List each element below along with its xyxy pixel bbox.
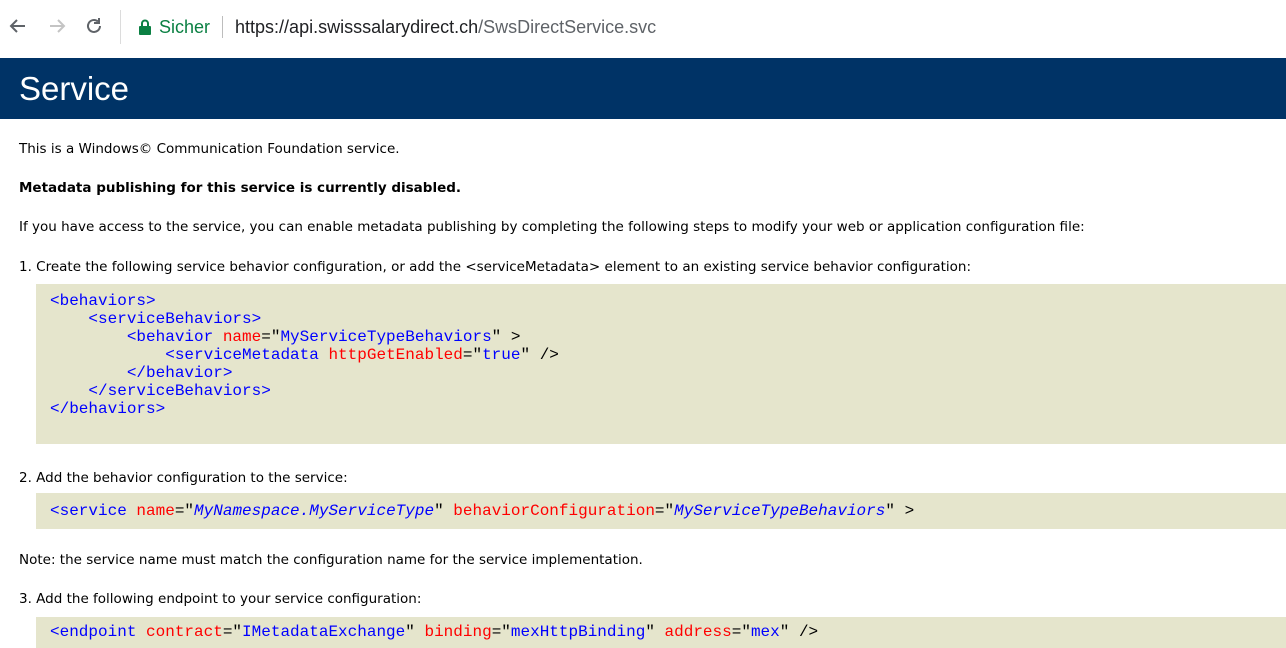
- code-attr: httpGetEnabled: [328, 346, 463, 364]
- code-quote: ": [405, 623, 425, 641]
- code-value: mex: [750, 623, 780, 641]
- forward-button[interactable]: [45, 14, 69, 38]
- note-text: Note: the service name must match the co…: [19, 552, 643, 568]
- code-value: true: [482, 346, 521, 364]
- code-attr: name: [222, 328, 262, 346]
- code-eq: =": [261, 328, 281, 346]
- code-tag: <service: [50, 502, 137, 520]
- code-eq: =": [731, 623, 751, 641]
- page-title: Service: [0, 58, 1286, 119]
- code-close: " />: [520, 346, 559, 364]
- address-divider: [222, 16, 224, 38]
- code-line: <behaviors>: [50, 292, 156, 310]
- code-attr: behaviorConfiguration: [453, 502, 655, 520]
- code-line: </behaviors>: [50, 400, 166, 418]
- code-close: " />: [779, 623, 819, 641]
- disabled-notice: Metadata publishing for this service is …: [19, 180, 462, 196]
- step-3-text: 3. Add the following endpoint to your se…: [19, 591, 422, 607]
- lock-icon: [139, 19, 151, 35]
- endpoint-config-code: <endpoint contract="IMetadataExchange" b…: [36, 617, 1286, 648]
- code-eq: =": [491, 623, 511, 641]
- code-value: IMetadataExchange: [242, 623, 406, 641]
- code-attr: contract: [146, 623, 223, 641]
- code-eq: =": [222, 623, 243, 641]
- reload-icon: [87, 18, 101, 33]
- code-attr: address: [664, 623, 732, 641]
- code-tag: <endpoint: [50, 623, 147, 641]
- step-2-text: 2. Add the behavior configuration to the…: [19, 470, 348, 486]
- code-quote: ": [434, 502, 454, 520]
- code-line: </behavior>: [50, 364, 233, 382]
- code-line: <serviceMetadata: [50, 346, 329, 364]
- code-line: <serviceBehaviors>: [50, 310, 262, 328]
- code-line: <behavior: [50, 328, 223, 346]
- url-host: https://api.swisssalarydirect.ch: [235, 16, 479, 37]
- code-close: " >: [885, 502, 915, 520]
- code-close: " >: [491, 328, 521, 346]
- code-attr: binding: [424, 623, 492, 641]
- secure-label: Sicher: [159, 16, 211, 37]
- code-eq: =": [174, 502, 195, 520]
- code-value: MyServiceTypeBehaviors: [280, 328, 492, 346]
- browser-toolbar: Sicher https://api.swisssalarydirect.ch /…: [0, 0, 1286, 58]
- code-line: </serviceBehaviors>: [50, 382, 271, 400]
- code-quote: ": [645, 623, 665, 641]
- reload-button[interactable]: [82, 14, 106, 38]
- intro-text: This is a Windows© Communication Foundat…: [19, 141, 400, 157]
- code-eq: =": [654, 502, 675, 520]
- code-value: MyServiceTypeBehaviors: [674, 502, 886, 520]
- behavior-config-code: <behaviors> <serviceBehaviors> <behavior…: [36, 284, 1286, 444]
- step-1-text: 1. Create the following service behavior…: [19, 259, 972, 275]
- access-text: If you have access to the service, you c…: [19, 219, 1085, 235]
- code-value: MyNamespace.MyServiceType: [194, 502, 435, 520]
- url-path: /SwsDirectService.svc: [478, 16, 657, 37]
- arrow-right-icon: [50, 19, 66, 33]
- code-eq: =": [462, 346, 483, 364]
- code-value: mexHttpBinding: [510, 623, 646, 641]
- address-bar[interactable]: Sicher https://api.swisssalarydirect.ch /…: [120, 10, 1286, 44]
- back-button[interactable]: [6, 14, 30, 38]
- service-config-code: <service name="MyNamespace.MyServiceType…: [36, 493, 1286, 529]
- code-attr: name: [136, 502, 175, 520]
- arrow-left-icon: [9, 19, 25, 33]
